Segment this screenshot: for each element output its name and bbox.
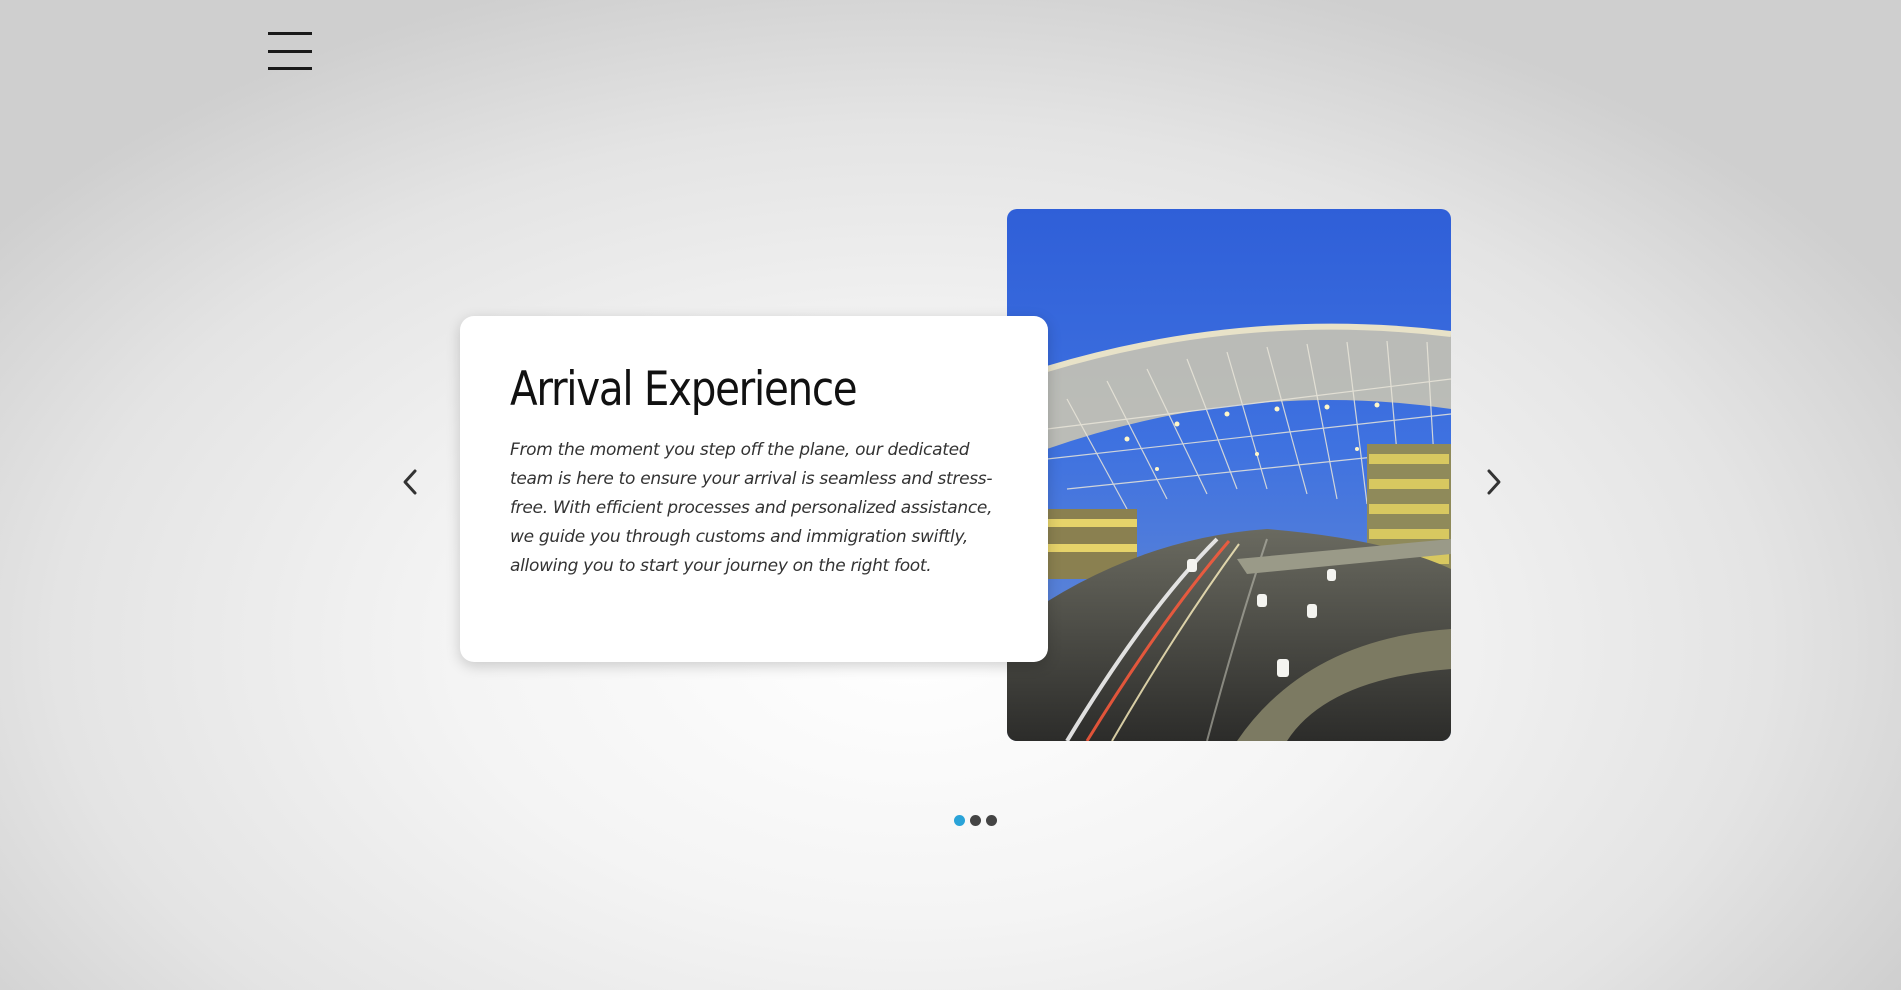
slider-pagination bbox=[954, 815, 997, 826]
slide-description: From the moment you step off the plane, … bbox=[510, 439, 993, 576]
pagination-dot-1[interactable] bbox=[954, 815, 965, 826]
slider: Arrival Experience From the moment you s… bbox=[0, 0, 1901, 990]
chevron-right-icon bbox=[1487, 469, 1501, 495]
slide-text-card: Arrival Experience From the moment you s… bbox=[460, 316, 1048, 662]
slide-title: Arrival Experience bbox=[510, 362, 858, 417]
airport-terminal-photo bbox=[1007, 209, 1451, 741]
pagination-dot-3[interactable] bbox=[986, 815, 997, 826]
previous-slide-button[interactable] bbox=[390, 462, 430, 502]
slide-image bbox=[1007, 209, 1451, 741]
chevron-left-icon bbox=[403, 469, 417, 495]
next-slide-button[interactable] bbox=[1474, 462, 1514, 502]
pagination-dot-2[interactable] bbox=[970, 815, 981, 826]
